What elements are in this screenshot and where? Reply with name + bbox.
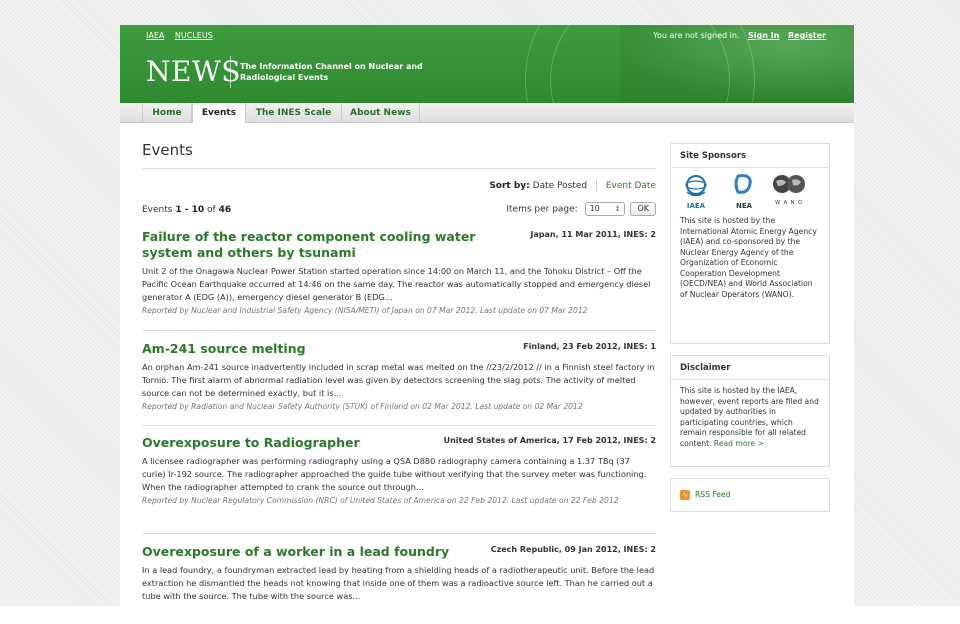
event-meta: Finland, 23 Feb 2012, INES: 1: [523, 342, 656, 351]
signin-status-text: You are not signed in.: [653, 31, 740, 40]
event-summary: A licensee radiographer was performing r…: [142, 456, 647, 492]
site-tagline: The Information Channel on Nuclear and R…: [240, 62, 423, 82]
event-item: Am-241 source melting Finland, 23 Feb 20…: [142, 341, 656, 412]
wano-logo-text: W A N O: [775, 200, 803, 206]
sponsors-text: This site is hosted by the International…: [680, 216, 817, 299]
sign-in-link[interactable]: Sign In: [748, 31, 779, 40]
page-container: IAEA NUCLEUS You are not signed in. Sign…: [120, 25, 854, 606]
event-report: Reported by Nuclear and Industrial Safet…: [142, 306, 588, 315]
sort-controls: Sort by: Date Posted Event Date: [489, 180, 656, 191]
logo-divider: [230, 56, 231, 88]
sort-separator: [595, 180, 597, 191]
count-of: of: [207, 205, 216, 215]
nav-home[interactable]: Home: [142, 103, 192, 123]
top-link-iaea[interactable]: IAEA: [146, 31, 164, 40]
nav-ines-scale[interactable]: The INES Scale: [246, 103, 342, 123]
event-meta: United States of America, 17 Feb 2012, I…: [443, 436, 656, 445]
nav-events[interactable]: Events: [192, 103, 246, 123]
sort-label: Sort by:: [489, 181, 530, 191]
site-header: IAEA NUCLEUS You are not signed in. Sign…: [120, 25, 854, 103]
nav-about-news[interactable]: About News: [342, 103, 420, 123]
event-divider: [142, 330, 656, 331]
rss-icon: ∿: [680, 490, 690, 500]
disclaimer-box: Disclaimer This site is hosted by the IA…: [670, 355, 830, 467]
sort-date-posted[interactable]: Date Posted: [533, 181, 587, 191]
wano-globes-icon: [773, 175, 805, 193]
news-logo[interactable]: NEWS: [146, 55, 241, 88]
nea-emblem-icon: [734, 174, 752, 194]
event-report: Reported by Nuclear Regulatory Commissio…: [142, 496, 619, 505]
read-more-link[interactable]: Read more >: [714, 439, 764, 448]
rss-feed-link[interactable]: ∿ RSS Feed: [671, 479, 829, 507]
per-page-label: Items per page:: [506, 204, 578, 215]
rss-box: ∿ RSS Feed: [670, 478, 830, 512]
count-prefix: Events: [142, 205, 173, 215]
event-divider: [142, 425, 656, 426]
items-per-page: Items per page: 10 OK: [506, 202, 656, 216]
count-total: 46: [218, 205, 232, 215]
main-nav: Home Events The INES Scale About News: [120, 103, 854, 123]
count-range: 1 - 10: [175, 205, 205, 215]
rss-feed-label: RSS Feed: [695, 490, 731, 499]
iaea-logo-text: IAEA: [686, 202, 706, 210]
iaea-emblem-icon: [685, 175, 707, 197]
sponsors-box: Site Sponsors IAEA NEA W A N O This site…: [670, 143, 830, 344]
event-summary: An orphan Am-241 source inadvertently in…: [142, 362, 655, 398]
event-divider: [142, 533, 656, 534]
page-title: Events: [142, 141, 193, 159]
event-meta: Czech Republic, 09 Jan 2012, INES: 2: [490, 545, 656, 554]
page-bottom-strip: [0, 606, 960, 624]
disclaimer-body: This site is hosted by the IAEA, however…: [671, 380, 829, 455]
title-divider: [142, 168, 656, 169]
top-link-nucleus[interactable]: NUCLEUS: [175, 31, 213, 40]
nea-logo-text: NEA: [735, 202, 753, 210]
event-meta: Japan, 11 Mar 2011, INES: 2: [530, 230, 656, 239]
register-link[interactable]: Register: [788, 31, 826, 40]
sort-event-date[interactable]: Event Date: [606, 181, 656, 191]
wano-logo[interactable]: W A N O: [769, 172, 809, 206]
disclaimer-title: Disclaimer: [671, 356, 829, 380]
event-summary: In a lead foundry, a foundryman extracte…: [142, 565, 655, 601]
sponsor-logos: IAEA NEA W A N O: [671, 172, 829, 210]
nea-logo[interactable]: NEA: [729, 172, 759, 210]
event-item: Failure of the reactor component cooling…: [142, 229, 656, 316]
event-item: Overexposure to Radiographer United Stat…: [142, 435, 656, 506]
event-title[interactable]: Failure of the reactor component cooling…: [142, 229, 512, 261]
top-links: IAEA NUCLEUS: [146, 31, 221, 40]
iaea-logo[interactable]: IAEA: [681, 172, 711, 210]
results-count: Events 1 - 10 of 46: [142, 205, 231, 215]
event-item: Overexposure of a worker in a lead found…: [142, 544, 656, 603]
event-summary: Unit 2 of the Onagawa Nuclear Power Stat…: [142, 266, 651, 302]
event-report: Reported by Radiation and Nuclear Safety…: [142, 402, 583, 411]
ok-button[interactable]: OK: [630, 202, 656, 216]
sponsors-title: Site Sponsors: [671, 144, 829, 168]
signin-bar: You are not signed in. Sign In Register: [653, 31, 826, 40]
per-page-select[interactable]: 10: [584, 202, 625, 216]
